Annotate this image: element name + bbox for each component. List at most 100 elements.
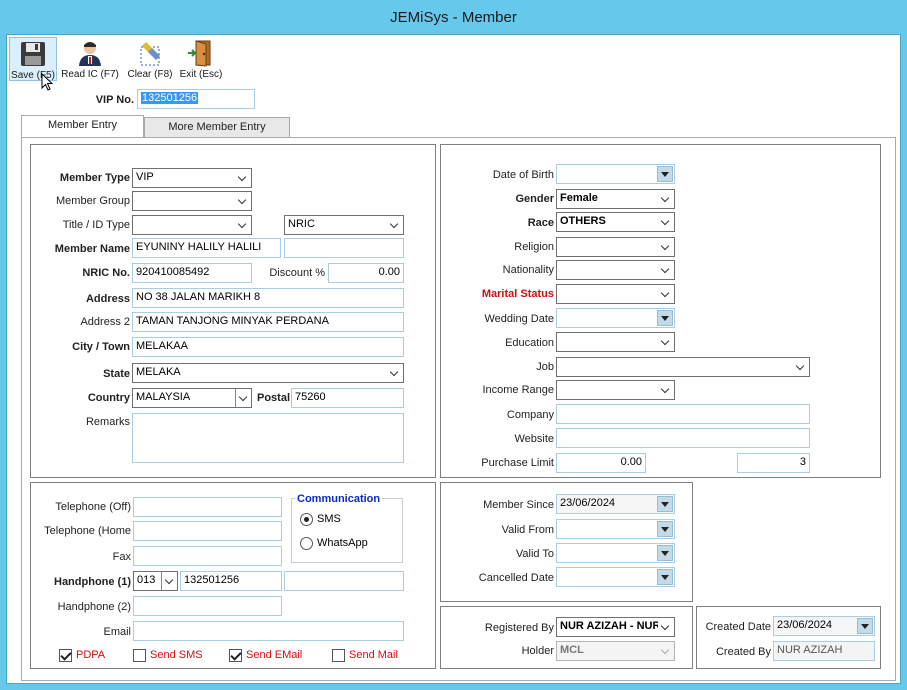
- postal-field[interactable]: 75260: [291, 388, 404, 408]
- address-field[interactable]: NO 38 JALAN MARIKH 8: [132, 288, 404, 308]
- wedding-date-label: Wedding Date: [484, 313, 554, 325]
- website-field[interactable]: [556, 428, 810, 448]
- pdpa-checkbox[interactable]: [59, 649, 72, 662]
- registered-by-label: Registered By: [484, 622, 554, 634]
- remarks-field[interactable]: [132, 413, 404, 463]
- nric-label: NRIC No.: [82, 267, 130, 279]
- member-name-extra-field[interactable]: [284, 238, 404, 258]
- calendar-dropdown-icon[interactable]: [657, 545, 673, 561]
- income-range-select[interactable]: [556, 380, 675, 400]
- city-field[interactable]: MELAKAA: [132, 337, 404, 357]
- registered-by-select[interactable]: NUR AZIZAH - NUR A: [556, 617, 675, 637]
- education-select[interactable]: [556, 332, 675, 352]
- clear-button[interactable]: Clear (F8): [125, 37, 175, 81]
- chevron-down-icon: [658, 213, 674, 231]
- race-select[interactable]: OTHERS: [556, 212, 675, 232]
- chevron-down-icon: [658, 381, 674, 399]
- send-mail-checkbox[interactable]: [332, 649, 345, 662]
- nationality-label: Nationality: [502, 264, 554, 276]
- vip-no-value: 132501256: [141, 92, 199, 104]
- address2-label: Address 2: [80, 316, 130, 328]
- calendar-dropdown-icon[interactable]: [657, 521, 673, 537]
- handphone2-field[interactable]: [133, 596, 282, 616]
- send-sms-checkbox[interactable]: [133, 649, 146, 662]
- member-since-value: 23/06/2024: [560, 497, 616, 509]
- member-name-label: Member Name: [54, 243, 130, 255]
- company-field[interactable]: [556, 404, 810, 424]
- address2-field[interactable]: TAMAN TANJONG MINYAK PERDANA: [132, 312, 404, 332]
- marital-status-label: Marital Status: [481, 288, 554, 300]
- calendar-dropdown-icon[interactable]: [657, 496, 673, 512]
- user-card-icon: [79, 42, 101, 66]
- company-label: Company: [506, 409, 554, 421]
- religion-select[interactable]: [556, 237, 675, 257]
- tab-more-member-entry[interactable]: More Member Entry: [144, 117, 290, 138]
- exit-button[interactable]: Exit (Esc): [177, 37, 225, 81]
- send-email-checkbox[interactable]: [229, 649, 242, 662]
- purchase-limit-label: Purchase Limit: [481, 457, 554, 469]
- communication-group: [291, 498, 403, 563]
- calendar-dropdown-icon[interactable]: [657, 569, 673, 585]
- telephone-off-label: Telephone (Off): [55, 501, 131, 513]
- created-by-field: NUR AZIZAH: [773, 641, 875, 661]
- calendar-dropdown-icon[interactable]: [657, 166, 673, 182]
- id-type-select[interactable]: NRIC: [284, 215, 404, 235]
- member-type-select[interactable]: VIP: [132, 168, 252, 188]
- country-value: MALAYSIA: [136, 391, 191, 403]
- wedding-date-picker[interactable]: [556, 308, 675, 328]
- purchase-limit-count-field[interactable]: 3: [737, 453, 810, 473]
- valid-to-label: Valid To: [515, 548, 554, 560]
- job-select[interactable]: [556, 357, 810, 377]
- gender-select[interactable]: Female: [556, 189, 675, 209]
- fax-field[interactable]: [133, 546, 282, 566]
- address-label: Address: [85, 293, 130, 305]
- purchase-limit-field[interactable]: 0.00: [556, 453, 646, 473]
- handphone1-field[interactable]: 132501256: [180, 571, 282, 591]
- member-type-label: Member Type: [59, 172, 130, 184]
- country-select[interactable]: MALAYSIA: [132, 388, 252, 408]
- handphone1-code-select[interactable]: 013: [133, 571, 178, 591]
- title-select[interactable]: [132, 215, 252, 235]
- calendar-dropdown-icon[interactable]: [657, 310, 673, 326]
- tab-member-entry[interactable]: Member Entry: [21, 115, 144, 138]
- calendar-dropdown-icon[interactable]: [857, 618, 873, 634]
- vip-no-field[interactable]: 132501256: [137, 89, 255, 109]
- chevron-down-icon: [658, 190, 674, 208]
- member-since-label: Member Since: [483, 499, 554, 511]
- email-field[interactable]: [133, 621, 404, 641]
- whatsapp-radio-label: WhatsApp: [317, 537, 368, 549]
- telephone-home-field[interactable]: [133, 521, 282, 541]
- handphone1-extra-field[interactable]: [284, 571, 404, 591]
- chevron-down-icon: [387, 364, 403, 382]
- pdpa-label: PDPA: [76, 649, 106, 661]
- vip-no-label: VIP No.: [95, 94, 134, 106]
- valid-to-picker[interactable]: [556, 543, 675, 563]
- state-select[interactable]: MELAKA: [132, 363, 404, 383]
- valid-from-picker[interactable]: [556, 519, 675, 539]
- nationality-select[interactable]: [556, 260, 675, 280]
- sms-radio[interactable]: [300, 513, 313, 526]
- race-label: Race: [527, 217, 554, 229]
- member-group-select[interactable]: [132, 191, 252, 211]
- member-since-picker[interactable]: 23/06/2024: [556, 494, 675, 514]
- chevron-down-icon: [235, 216, 251, 234]
- member-name-field[interactable]: EYUNINY HALILY HALILI: [132, 238, 281, 258]
- dob-picker[interactable]: [556, 164, 675, 184]
- read-ic-button[interactable]: Read IC (F7): [61, 37, 119, 81]
- cancelled-date-picker[interactable]: [556, 567, 675, 587]
- registered-by-value: NUR AZIZAH - NUR A: [560, 620, 672, 632]
- holder-select[interactable]: MCL: [556, 641, 675, 661]
- telephone-home-label: Telephone (Home: [44, 525, 131, 537]
- holder-value: MCL: [560, 644, 584, 656]
- handphone2-label: Handphone (2): [57, 601, 131, 613]
- dob-label: Date of Birth: [492, 169, 554, 181]
- postal-label: Postal: [256, 392, 290, 404]
- member-group-label: Member Group: [56, 195, 130, 207]
- nric-field[interactable]: 920410085492: [132, 263, 252, 283]
- created-date-picker[interactable]: 23/06/2024: [773, 616, 875, 636]
- handphone1-label: Handphone (1): [54, 576, 131, 588]
- whatsapp-radio[interactable]: [300, 537, 313, 550]
- discount-field[interactable]: 0.00: [328, 263, 404, 283]
- telephone-off-field[interactable]: [133, 497, 282, 517]
- marital-status-select[interactable]: [556, 284, 675, 304]
